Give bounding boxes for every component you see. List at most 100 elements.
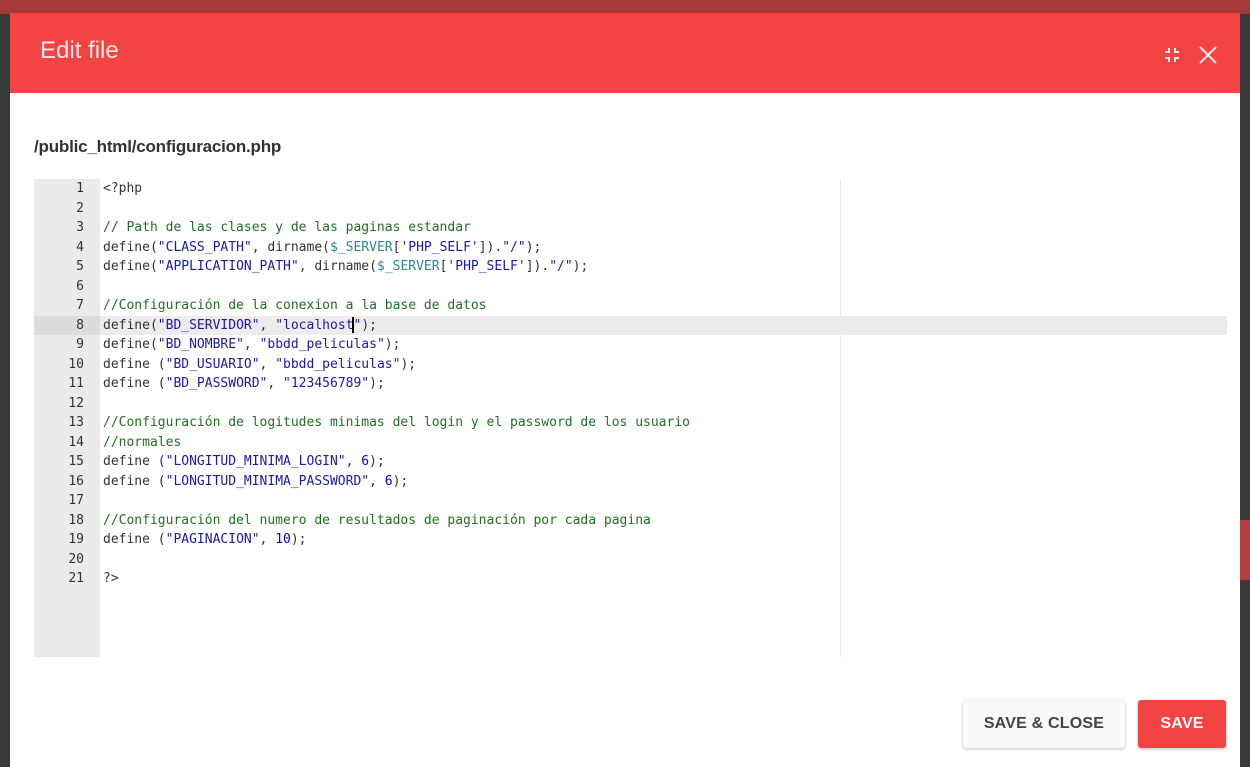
code-text: //normales [103, 433, 181, 453]
code-line[interactable]: 10 define ("BD_USUARIO", "bbdd_peliculas"… [34, 355, 1227, 375]
line-number: 5 [76, 259, 84, 274]
code-token: //Configuración de logitudes minimas del… [103, 415, 690, 430]
code-token: 10 [275, 532, 291, 547]
fullscreen-icon [1165, 48, 1179, 62]
line-number: 20 [68, 551, 84, 567]
fullscreen-button[interactable] [1158, 41, 1186, 69]
code-line[interactable]: 4 define("CLASS_PATH", dirname($_SERVER['… [34, 238, 1227, 258]
code-token: "123456789" [283, 376, 370, 391]
code-token: ]). [478, 239, 503, 255]
code-line[interactable]: 21 ?> [34, 569, 1227, 589]
code-token: define ( [103, 473, 166, 489]
code-line[interactable]: 13 //Configuración de logitudes minimas d… [34, 413, 1227, 433]
code-line[interactable]: 3 // Path de las clases y de las paginas … [34, 218, 1227, 238]
background-overlay-right [1240, 14, 1250, 767]
edit-file-dialog: Edit file /public_html/configuracion.php [10, 13, 1240, 767]
code-token: //Configuración de la conexion a la base… [103, 298, 487, 313]
code-token: ); [361, 317, 377, 333]
line-number: 2 [76, 200, 84, 216]
code-token: define( [103, 317, 158, 333]
code-token: , dirname( [298, 259, 377, 274]
code-line[interactable]: 9 define("BD_NOMBRE", "bbdd_peliculas"); [34, 335, 1227, 355]
code-token: ); [392, 473, 409, 489]
background-app-accent [1240, 520, 1250, 580]
code-token: $_SERVER [330, 239, 393, 255]
code-token: , [345, 454, 362, 469]
line-number: 10 [68, 356, 84, 372]
code-token: ); [384, 337, 401, 352]
code-line[interactable]: 7 //Configuración de la conexion a la bas… [34, 296, 1227, 316]
code-token: 'PHP_SELF' [447, 259, 526, 274]
code-token: <?php [103, 181, 143, 196]
code-token: define( [103, 259, 158, 274]
line-number: 4 [76, 239, 84, 255]
code-token: ); [525, 239, 542, 255]
code-line[interactable]: 8 define("BD_SERVIDOR", "localhost"); [34, 315, 1227, 336]
code-token: , [267, 376, 284, 391]
code-line[interactable]: 15 define ("LONGITUD_MINIMA_LOGIN", 6); [34, 452, 1227, 472]
code-text: // Path de las clases y de las paginas e… [103, 218, 471, 238]
code-line[interactable]: 2 [34, 199, 1227, 219]
close-button[interactable] [1194, 41, 1222, 69]
code-text: //Configuración de logitudes minimas del… [103, 413, 690, 433]
code-token: $_SERVER [376, 259, 440, 274]
code-token: , [259, 532, 276, 547]
line-number: 6 [76, 278, 84, 294]
line-number: 16 [68, 473, 84, 489]
line-number: 8 [34, 315, 100, 335]
code-token: define ( [103, 356, 166, 372]
code-line[interactable]: 5 define("APPLICATION_PATH", dirname($_SE… [34, 257, 1227, 277]
code-text: //Configuración del numero de resultados… [103, 511, 651, 531]
line-number: 11 [68, 376, 84, 391]
dialog-title: Edit file [40, 37, 119, 64]
code-token: ); [369, 376, 385, 391]
code-token: , [369, 473, 385, 489]
code-line[interactable]: 20 [34, 550, 1227, 570]
code-token: "bbdd_peliculas" [275, 356, 401, 372]
line-number: 3 [76, 220, 84, 235]
code-text: define ("LONGITUD_MINIMA_LOGIN", 6); [103, 452, 385, 472]
code-line[interactable]: 11 define ("BD_PASSWORD", "123456789"); [34, 374, 1227, 394]
code-editor[interactable]: 1 <?php 2 3 // Path de las clases y de las p… [34, 179, 1227, 657]
code-token: //normales [103, 434, 182, 450]
code-token: "BD_NOMBRE" [157, 337, 244, 352]
code-token: "LONGITUD_MINIMA_PASSWORD" [165, 473, 370, 489]
dialog-header: Edit file [10, 13, 1240, 93]
code-text: define("BD_SERVIDOR", "localhost"); [103, 316, 377, 336]
code-line[interactable]: 12 [34, 394, 1227, 414]
code-text: ?> [103, 569, 119, 589]
code-text: define ("BD_USUARIO", "bbdd_peliculas"); [103, 355, 416, 375]
code-token: "bbdd_peliculas" [259, 337, 385, 352]
code-token: , [243, 337, 260, 352]
code-line[interactable]: 1 <?php [34, 179, 1227, 199]
code-token: ?> [103, 571, 119, 586]
code-line[interactable]: 14 //normales [34, 433, 1227, 453]
code-token: ); [369, 454, 385, 469]
code-text: define("CLASS_PATH", dirname($_SERVER['P… [103, 238, 541, 258]
code-line[interactable]: 16 define ("LONGITUD_MINIMA_PASSWORD", 6)… [34, 472, 1227, 492]
save-button[interactable]: SAVE [1138, 700, 1226, 748]
save-and-close-button[interactable]: SAVE & CLOSE [963, 700, 1125, 748]
code-text: //Configuración de la conexion a la base… [103, 296, 487, 316]
code-token: 'PHP_SELF' [400, 239, 479, 255]
code-token: "/" [549, 259, 573, 274]
file-path-heading: /public_html/configuracion.php [34, 137, 282, 156]
code-token: "/" [502, 239, 526, 255]
code-text: define ("LONGITUD_MINIMA_PASSWORD", 6); [103, 472, 408, 492]
code-line[interactable]: 6 [34, 277, 1227, 297]
code-text: define ("BD_PASSWORD", "123456789"); [103, 374, 385, 394]
code-token: define( [103, 337, 158, 352]
line-number: 9 [76, 337, 84, 352]
code-text: define ("PAGINACION", 10); [103, 530, 307, 550]
code-token: "LONGITUD_MINIMA_LOGIN" [165, 454, 346, 469]
line-number: 1 [76, 181, 84, 196]
code-token: "BD_USUARIO" [165, 356, 260, 372]
code-token: , [259, 356, 276, 372]
code-line[interactable]: 18 //Configuración del numero de resultad… [34, 511, 1227, 531]
code-line[interactable]: 17 [34, 491, 1227, 511]
code-text: define("APPLICATION_PATH", dirname($_SER… [103, 257, 588, 277]
code-token: "localhost [275, 317, 354, 333]
background-app-toolbar [0, 0, 1250, 14]
code-line[interactable]: 19 define ("PAGINACION", 10); [34, 530, 1227, 550]
code-token: 6 [361, 454, 370, 469]
